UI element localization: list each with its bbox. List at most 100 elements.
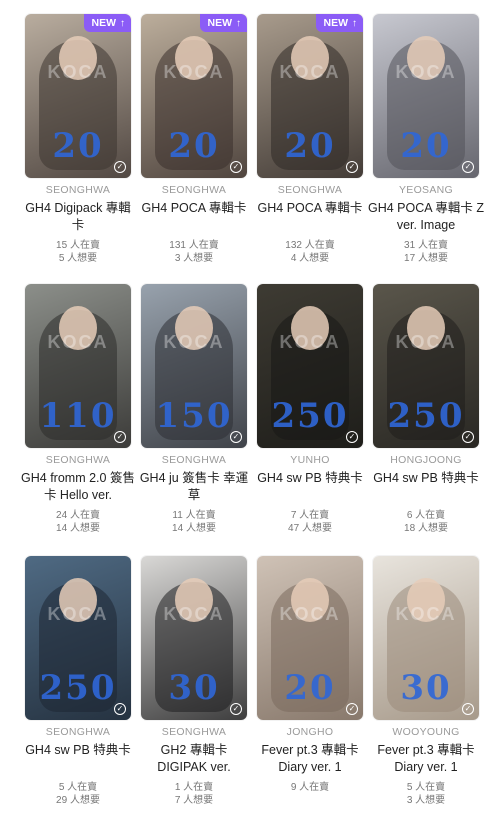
arrow-up-icon: ↑ [352, 17, 357, 29]
wanted-count: 4 人想要 [290, 253, 330, 264]
card-title[interactable]: GH4 Digipack 專輯卡 [19, 200, 137, 234]
card-photo[interactable]: KOCA 20 ✓ [257, 556, 363, 720]
selling-count: 131 人在賣 [169, 240, 219, 251]
card-title[interactable]: GH4 sw PB 特典卡 [251, 470, 369, 487]
handwritten-price: 250 [387, 396, 465, 436]
card-title[interactable]: GH4 POCA 專輯卡 [135, 200, 253, 217]
check-circle-icon[interactable]: ✓ [346, 703, 358, 715]
handwritten-price: 250 [271, 396, 349, 436]
card-photo[interactable]: KOCA 250 ✓ [257, 284, 363, 448]
card-photo[interactable]: KOCA 250 ✓ [25, 556, 131, 720]
check-circle-icon[interactable]: ✓ [462, 703, 474, 715]
check-circle-icon[interactable]: ✓ [462, 431, 474, 443]
handwritten-price: 110 [39, 396, 117, 436]
card-title[interactable]: GH4 POCA 專輯卡 [251, 200, 369, 217]
selling-count: 5 人在賣 [58, 782, 98, 793]
handwritten-price: 20 [168, 126, 220, 166]
check-circle-icon[interactable]: ✓ [114, 703, 126, 715]
selling-count: 6 人在賣 [406, 510, 446, 521]
card-item[interactable]: KOCA 20 NEW ↑ ✓ SEONGHWA GH4 POCA 專輯卡 132 人在賣 4 … [257, 14, 373, 274]
wanted-count: 14 人想要 [172, 523, 216, 534]
card-title[interactable]: Fever pt.3 專輯卡 Diary ver. 1 [251, 742, 369, 776]
card-photo[interactable]: KOCA 30 ✓ [141, 556, 247, 720]
member-name: JONGHO [286, 726, 334, 738]
watermark: KOCA [395, 62, 457, 82]
member-name: SEONGHWA [161, 454, 227, 466]
card-photo[interactable]: KOCA 20 ✓ [373, 14, 479, 178]
card-item[interactable]: KOCA 20 ✓ YEOSANG GH4 POCA 專輯卡 Z ver. Image 3… [368, 14, 489, 274]
card-title[interactable]: GH4 POCA 專輯卡 Z ver. Image [367, 200, 485, 234]
member-name: WOOYOUNG [392, 726, 460, 738]
check-circle-icon[interactable]: ✓ [114, 431, 126, 443]
member-name: SEONGHWA [45, 184, 111, 196]
handwritten-price: 30 [168, 668, 220, 708]
member-name: SEONGHWA [277, 184, 343, 196]
card-item[interactable]: KOCA 20 ✓ JONGHO Fever pt.3 專輯卡 Diary ver. 1… [257, 556, 373, 816]
selling-count: 7 人在賣 [290, 510, 330, 521]
member-name: SEONGHWA [161, 184, 227, 196]
member-name: YUNHO [290, 454, 330, 466]
card-photo[interactable]: KOCA 30 ✓ [373, 556, 479, 720]
check-circle-icon[interactable]: ✓ [346, 161, 358, 173]
watermark: KOCA [279, 604, 341, 624]
check-circle-icon[interactable]: ✓ [114, 161, 126, 173]
watermark: KOCA [47, 604, 109, 624]
watermark: KOCA [163, 62, 225, 82]
card-item[interactable]: KOCA 250 ✓ YUNHO GH4 sw PB 特典卡 7 人在賣 47 人想要 [257, 284, 373, 544]
card-title[interactable]: GH4 ju 簽售卡 幸運草 [135, 470, 253, 504]
check-circle-icon[interactable]: ✓ [462, 161, 474, 173]
card-item[interactable]: KOCA 30 ✓ SEONGHWA GH2 專輯卡 DIGIPAK ver. 1 人在賣… [141, 556, 257, 816]
card-photo[interactable]: KOCA 110 ✓ [25, 284, 131, 448]
card-photo[interactable]: KOCA 250 ✓ [373, 284, 479, 448]
new-badge-label: NEW [91, 17, 117, 29]
wanted-count: 17 人想要 [404, 253, 448, 264]
handwritten-price: 30 [400, 668, 452, 708]
new-badge-label: NEW [323, 17, 349, 29]
card-photo[interactable]: KOCA 20 NEW ↑ ✓ [257, 14, 363, 178]
handwritten-price: 20 [284, 668, 336, 708]
selling-count: 132 人在賣 [285, 240, 335, 251]
check-circle-icon[interactable]: ✓ [346, 431, 358, 443]
member-name: YEOSANG [398, 184, 454, 196]
new-badge: NEW ↑ [83, 14, 131, 32]
watermark: KOCA [395, 332, 457, 352]
arrow-up-icon: ↑ [120, 17, 125, 29]
card-item[interactable]: KOCA 20 NEW ↑ ✓ SEONGHWA GH4 POCA 專輯卡 131 人在賣 3 … [141, 14, 257, 274]
handwritten-price: 20 [284, 126, 336, 166]
card-title[interactable]: GH4 sw PB 特典卡 [367, 470, 485, 487]
card-item[interactable]: KOCA 110 ✓ SEONGHWA GH4 fromm 2.0 簽售卡 Hello … [21, 284, 141, 544]
wanted-count: 14 人想要 [56, 523, 100, 534]
member-name: SEONGHWA [161, 726, 227, 738]
selling-count: 1 人在賣 [174, 782, 214, 793]
handwritten-price: 20 [400, 126, 452, 166]
card-item[interactable]: KOCA 250 ✓ SEONGHWA GH4 sw PB 特典卡 5 人在賣 29 人想要 [25, 556, 141, 816]
arrow-up-icon: ↑ [236, 17, 241, 29]
check-circle-icon[interactable]: ✓ [230, 161, 242, 173]
handwritten-price: 250 [39, 668, 117, 708]
selling-count: 15 人在賣 [56, 240, 100, 251]
card-item[interactable]: KOCA 250 ✓ HONGJOONG GH4 sw PB 特典卡 6 人在賣 18 人想… [373, 284, 489, 544]
card-title[interactable]: GH2 專輯卡 DIGIPAK ver. [135, 742, 253, 776]
selling-count: 9 人在賣 [290, 782, 330, 793]
card-item[interactable]: KOCA 30 ✓ WOOYOUNG Fever pt.3 專輯卡 Diary ver.… [373, 556, 489, 816]
card-item[interactable]: KOCA 20 NEW ↑ ✓ SEONGHWA GH4 Digipack 專輯卡 15 人在… [25, 14, 141, 274]
check-circle-icon[interactable]: ✓ [230, 703, 242, 715]
card-item[interactable]: KOCA 150 ✓ SEONGHWA GH4 ju 簽售卡 幸運草 11 人在賣 14 人… [140, 284, 257, 544]
card-title[interactable]: GH4 fromm 2.0 簽售卡 Hello ver. [19, 470, 137, 504]
wanted-count: 29 人想要 [56, 795, 100, 806]
card-photo[interactable]: KOCA 150 ✓ [141, 284, 247, 448]
handwritten-price: 150 [155, 396, 233, 436]
card-photo[interactable]: KOCA 20 NEW ↑ ✓ [141, 14, 247, 178]
new-badge: NEW ↑ [199, 14, 247, 32]
card-title[interactable]: GH4 sw PB 特典卡 [19, 742, 137, 759]
member-name: SEONGHWA [45, 726, 111, 738]
check-circle-icon[interactable]: ✓ [230, 431, 242, 443]
wanted-count: 18 人想要 [404, 523, 448, 534]
selling-count: 5 人在賣 [406, 782, 446, 793]
watermark: KOCA [395, 604, 457, 624]
member-name: SEONGHWA [45, 454, 111, 466]
watermark: KOCA [279, 62, 341, 82]
card-title[interactable]: Fever pt.3 專輯卡 Diary ver. 1 [367, 742, 485, 776]
card-grid: KOCA 20 NEW ↑ ✓ SEONGHWA GH4 Digipack 專輯卡 15 人在… [0, 0, 503, 823]
card-photo[interactable]: KOCA 20 NEW ↑ ✓ [25, 14, 131, 178]
